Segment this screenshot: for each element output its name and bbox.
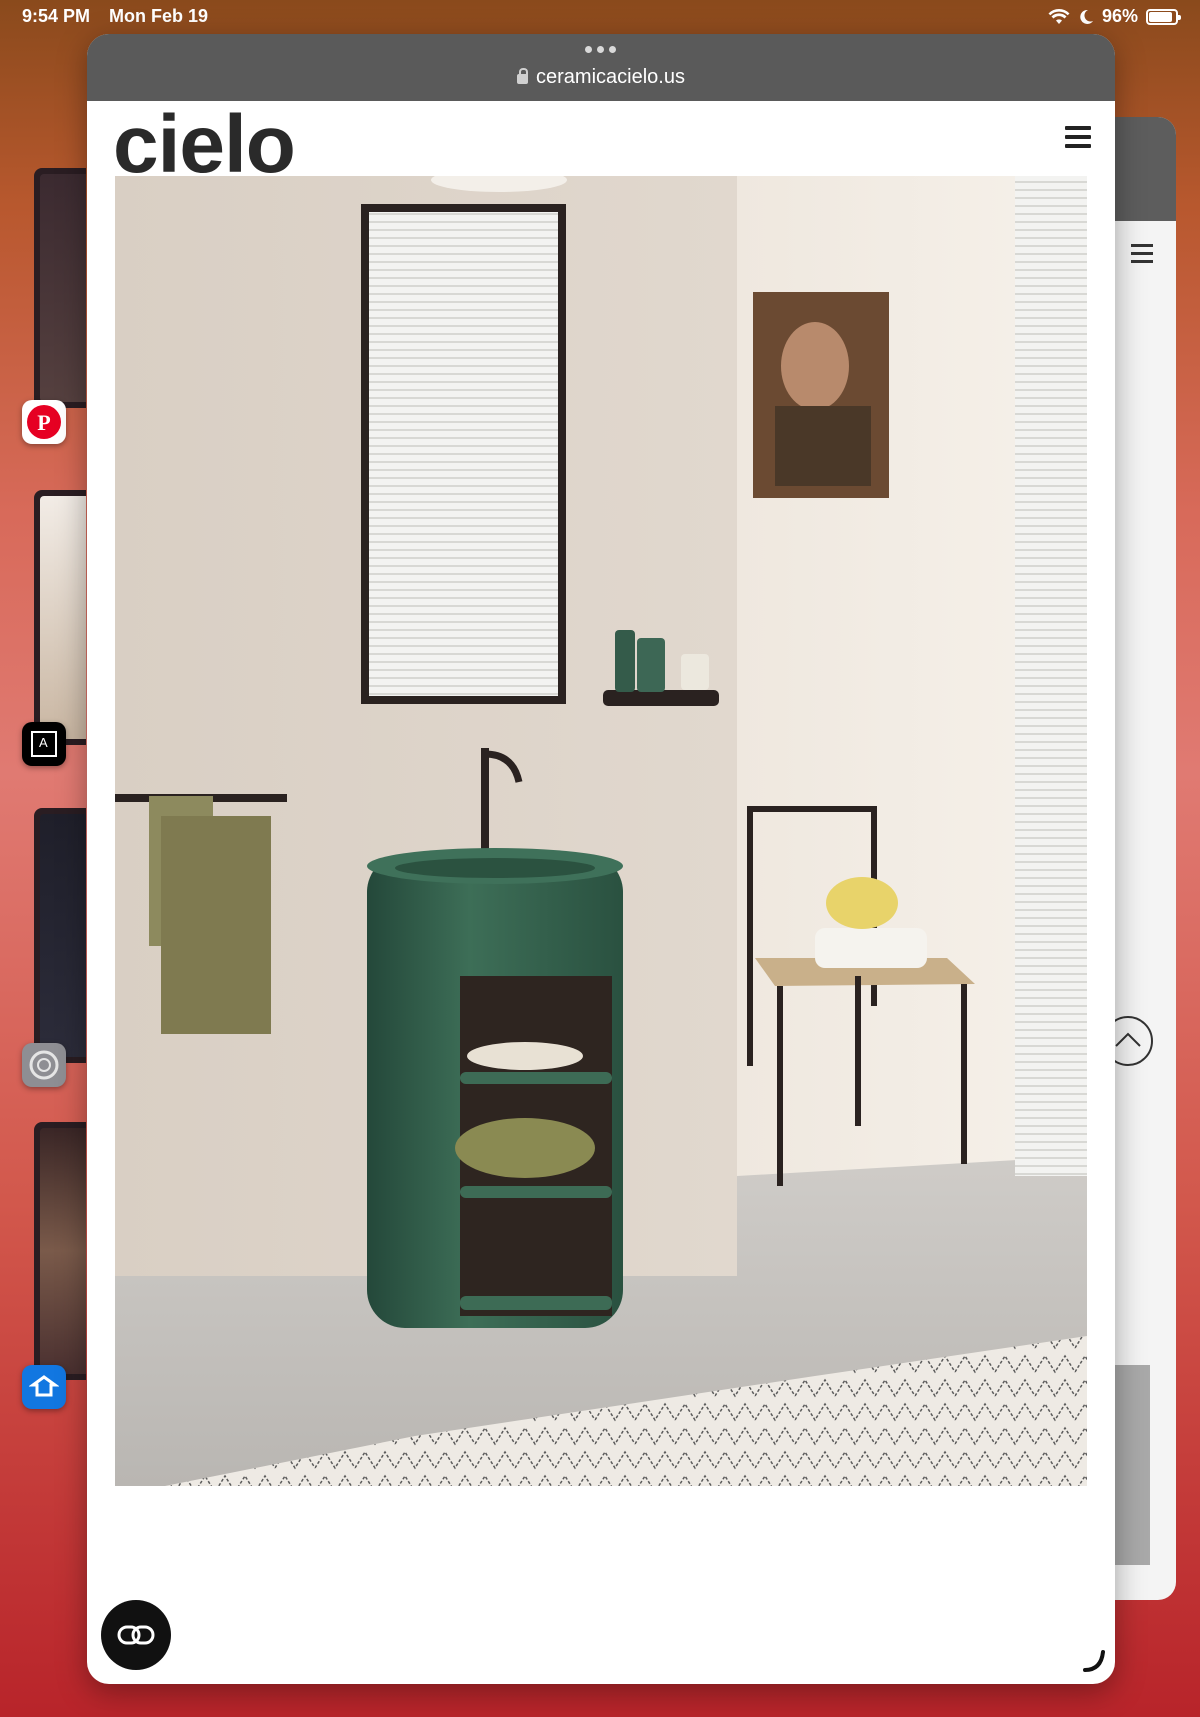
text-app-icon[interactable]: A (22, 722, 66, 766)
battery-fill (1149, 11, 1173, 22)
url-bar[interactable]: ceramicacielo.us (87, 34, 1115, 101)
settings-icon[interactable] (22, 1043, 66, 1087)
browser-window[interactable]: ceramicacielo.us cielo (87, 34, 1115, 1684)
hamburger-menu-icon[interactable] (1131, 244, 1153, 264)
chat-icon (117, 1625, 155, 1645)
stage-window-settings[interactable] (34, 808, 86, 1063)
status-bar: 9:54 PM Mon Feb 19 96% (0, 0, 1200, 34)
chat-button[interactable] (101, 1600, 171, 1670)
hamburger-menu-icon[interactable] (1065, 126, 1091, 150)
stage-window-pinterest[interactable] (34, 168, 86, 408)
resize-handle-icon[interactable] (1081, 1648, 1107, 1674)
svg-text:A: A (39, 735, 48, 750)
hero-image (115, 176, 1087, 1486)
moon-icon (1080, 9, 1093, 24)
stage-window-reader[interactable] (34, 490, 86, 745)
pinterest-icon[interactable]: P (22, 400, 66, 444)
stage-window-zillow[interactable] (34, 1122, 86, 1380)
battery-percent: 96% (1101, 6, 1138, 26)
window-drag-handle[interactable] (585, 46, 616, 53)
wifi-icon (1048, 8, 1070, 24)
lock-icon (517, 68, 529, 84)
status-date: Mon Feb 19 (109, 6, 209, 26)
status-right: 96% (1048, 6, 1181, 27)
battery-icon (1146, 8, 1181, 25)
status-time: 9:54 PM (22, 6, 91, 26)
zillow-icon[interactable] (22, 1365, 66, 1409)
site-logo[interactable]: cielo (113, 104, 296, 186)
url-text[interactable]: ceramicacielo.us (536, 66, 685, 88)
svg-text:P: P (37, 410, 50, 435)
